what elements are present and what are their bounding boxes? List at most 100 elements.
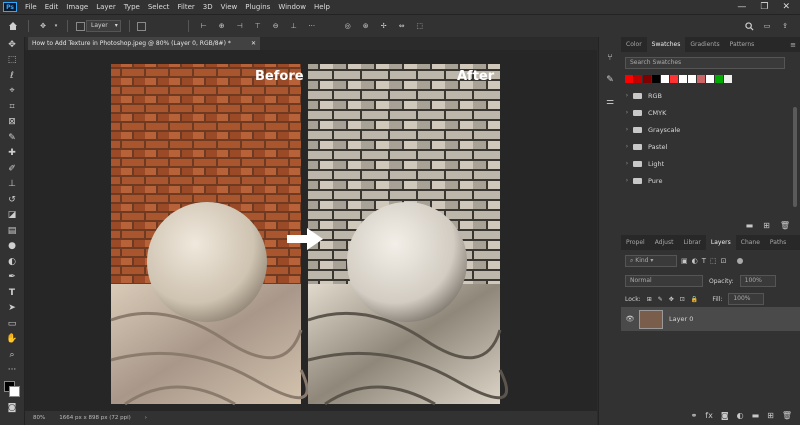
more-options-icon[interactable]: ··· [303,22,321,30]
align-center-icon[interactable]: ⊕ [213,22,231,30]
hand-tool-icon[interactable]: ✋ [0,332,24,348]
gradient-tool-icon[interactable]: ▤ [0,223,24,239]
status-arrow-icon[interactable]: › [145,415,147,421]
align-left-icon[interactable]: ⊢ [195,22,213,30]
menu-window[interactable]: Window [274,3,310,11]
filter-type-icon[interactable]: T [702,257,706,265]
tab-swatches[interactable]: Swatches [646,37,686,52]
menu-view[interactable]: View [217,3,242,11]
layer-row[interactable]: 👁 Layer 0 [621,307,800,331]
visibility-eye-icon[interactable]: 👁 [621,315,639,323]
move-tool-icon[interactable]: ✥ [35,22,51,30]
history-brush-icon[interactable]: ↺ [0,192,24,208]
quick-select-tool-icon[interactable]: ⌖ [0,84,24,100]
tab-channels[interactable]: Chane [736,235,765,250]
background-color[interactable] [9,386,20,397]
eyedropper-tool-icon[interactable]: ✎ [0,130,24,146]
layer-style-icon[interactable]: fx [705,411,713,420]
swatches-scrollbar[interactable] [793,107,797,207]
3d-rotate-icon[interactable]: ⊛ [357,22,375,30]
adjustments-panel-icon[interactable]: ⚌ [599,91,621,113]
menu-image[interactable]: Image [62,3,92,11]
path-select-icon[interactable]: ➤ [0,301,24,317]
link-layers-icon[interactable]: ⚭ [691,411,698,420]
zoom-level[interactable]: 80% [33,415,45,421]
fill-input[interactable]: 100% [728,293,765,305]
color-swatches[interactable] [0,378,24,400]
menu-help[interactable]: Help [310,3,334,11]
swatch[interactable] [697,75,705,83]
blur-tool-icon[interactable]: ● [0,239,24,255]
filter-shape-icon[interactable]: ⬚ [710,257,717,265]
folder-grayscale[interactable]: › Grayscale [621,121,800,138]
swatch[interactable] [670,75,678,83]
history-panel-icon[interactable]: ⑂ [599,47,621,69]
menu-type[interactable]: Type [120,3,144,11]
swatch[interactable] [661,75,669,83]
marquee-tool-icon[interactable]: ⬚ [0,53,24,69]
swatches-search-input[interactable]: Search Swatches [625,57,785,69]
healing-brush-icon[interactable]: ✚ [0,146,24,162]
adjustment-layer-icon[interactable]: ◐ [737,411,744,420]
menu-select[interactable]: Select [144,3,174,11]
lock-artboard-icon[interactable]: ⊡ [680,296,685,303]
delete-icon[interactable]: 🗑 [780,221,790,230]
dodge-tool-icon[interactable]: ◐ [0,254,24,270]
opacity-input[interactable]: 100% [739,275,776,287]
close-tab-icon[interactable]: ✕ [251,37,256,50]
folder-light[interactable]: › Light [621,155,800,172]
menu-edit[interactable]: Edit [41,3,63,11]
tab-color[interactable]: Color [621,37,647,52]
new-group-icon[interactable]: ▬ [746,221,754,230]
swatch[interactable] [724,75,732,83]
document-tab[interactable]: How to Add Texture in Photoshop.jpeg @ 8… [28,37,260,50]
brush-panel-icon[interactable]: ✎ [599,69,621,91]
share-icon[interactable]: ⇪ [776,22,794,30]
3d-pan-icon[interactable]: ✢ [375,22,393,30]
kind-filter-dropdown[interactable]: ⌕ Kind ▾ [625,255,677,267]
align-top-icon[interactable]: ⊤ [249,22,267,30]
new-layer-icon[interactable]: ⊞ [767,411,774,420]
swatch[interactable] [625,75,633,83]
tab-libraries[interactable]: Librar [678,235,705,250]
zoom-tool-icon[interactable]: ⌕ [0,347,24,363]
lasso-tool-icon[interactable]: ℓ [0,68,24,84]
menu-filter[interactable]: Filter [173,3,198,11]
search-icon[interactable] [740,21,758,31]
add-mask-icon[interactable]: ◙ [721,411,729,420]
move-tool-icon[interactable]: ✥ [0,37,24,53]
panel-menu-icon[interactable]: ≡ [790,41,796,49]
swatch[interactable] [652,75,660,83]
tab-patterns[interactable]: Patterns [725,37,760,52]
swatch[interactable] [679,75,687,83]
3d-scale-icon[interactable]: ⬚ [411,22,429,30]
minimize-button[interactable]: — [737,2,746,12]
restore-button[interactable]: ❐ [760,2,768,12]
tab-properties[interactable]: Propel [621,235,650,250]
swatch[interactable] [688,75,696,83]
menu-layer[interactable]: Layer [92,3,120,11]
filter-adjust-icon[interactable]: ◐ [692,257,698,265]
eraser-tool-icon[interactable]: ◪ [0,208,24,224]
delete-layer-icon[interactable]: 🗑 [782,411,792,420]
quick-mask-icon[interactable]: ◙ [0,400,24,416]
folder-rgb[interactable]: › RGB [621,87,800,104]
auto-select-checkbox[interactable] [74,21,86,31]
frame-tool-icon[interactable]: ⊠ [0,115,24,131]
home-icon[interactable] [4,21,22,31]
swatch[interactable] [643,75,651,83]
shape-tool-icon[interactable]: ▭ [0,316,24,332]
menu-plugins[interactable]: Plugins [241,3,274,11]
tab-paths[interactable]: Paths [765,235,791,250]
swatch[interactable] [715,75,723,83]
close-button[interactable]: ✕ [782,2,790,12]
3d-mode-icon[interactable]: ◎ [339,22,357,30]
3d-slide-icon[interactable]: ⇔ [393,22,411,30]
align-right-icon[interactable]: ⊣ [231,22,249,30]
more-tools-icon[interactable]: ··· [0,363,24,379]
new-group-icon[interactable]: ▬ [752,411,760,420]
folder-pastel[interactable]: › Pastel [621,138,800,155]
lock-position-icon[interactable]: ✥ [669,296,674,303]
folder-pure[interactable]: › Pure [621,172,800,189]
clone-stamp-icon[interactable]: ⊥ [0,177,24,193]
